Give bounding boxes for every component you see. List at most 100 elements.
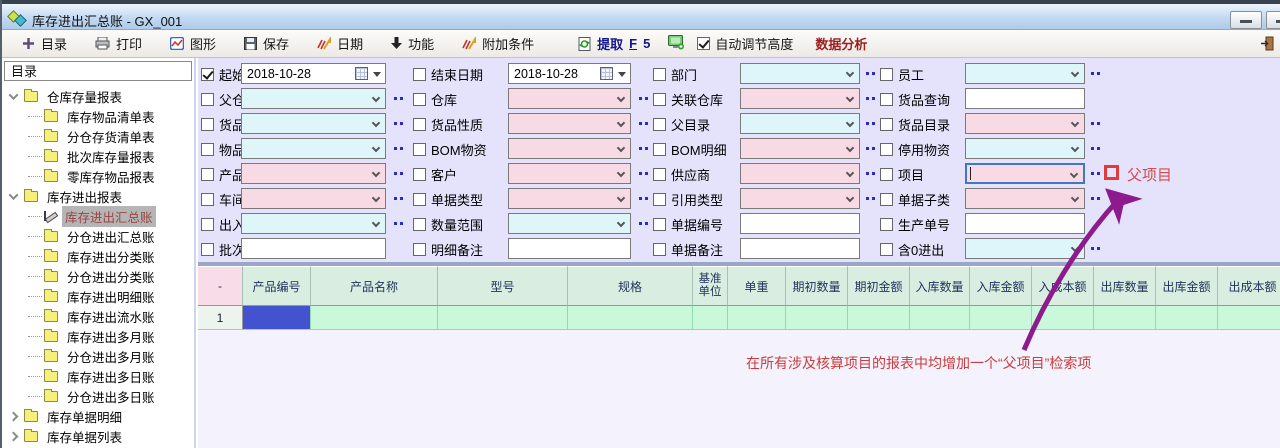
- filter-checkbox[interactable]: [653, 218, 666, 231]
- table-cell[interactable]: [1094, 306, 1156, 330]
- table-header-cell[interactable]: -: [198, 266, 243, 306]
- dropdown-arrow-icon[interactable]: [373, 72, 381, 77]
- tree-item[interactable]: 库存单据明细: [2, 406, 194, 426]
- table-cell[interactable]: [438, 306, 568, 330]
- table-cell[interactable]: [1218, 306, 1280, 330]
- tree-item[interactable]: 分仓进出分类账: [2, 266, 194, 286]
- filter-checkbox[interactable]: [880, 168, 893, 181]
- table-cell[interactable]: [568, 306, 693, 330]
- filter-checkbox[interactable]: [880, 243, 893, 256]
- tree-item[interactable]: 批次库存量报表: [2, 146, 194, 166]
- tree-item[interactable]: 库存进出多日账: [2, 366, 194, 386]
- table-header-cell[interactable]: 期初金额: [848, 266, 910, 306]
- calendar-icon[interactable]: [355, 67, 368, 80]
- filter-checkbox[interactable]: [413, 68, 426, 81]
- table-header-cell[interactable]: 出库金额: [1156, 266, 1218, 306]
- filter-checkbox[interactable]: [653, 243, 666, 256]
- table-cell[interactable]: [728, 306, 786, 330]
- more-options-dots[interactable]: [639, 97, 651, 101]
- filter-input[interactable]: [740, 238, 860, 259]
- date-field[interactable]: 2018-10-28: [508, 63, 631, 84]
- table-header-cell[interactable]: 产品编号: [243, 266, 311, 306]
- chevron-right-icon[interactable]: [2, 413, 24, 420]
- tree-item[interactable]: 分仓存货清单表: [2, 126, 194, 146]
- chevron-right-icon[interactable]: [2, 433, 24, 440]
- filter-checkbox[interactable]: [201, 193, 214, 206]
- tree-item[interactable]: 库存进出分类账: [2, 246, 194, 266]
- tree-item[interactable]: 分仓进出多月账: [2, 346, 194, 366]
- row-number-cell[interactable]: 1: [198, 306, 243, 330]
- filter-checkbox[interactable]: [413, 193, 426, 206]
- more-options-dots[interactable]: [394, 97, 406, 101]
- filter-select[interactable]: [508, 213, 631, 234]
- filter-select[interactable]: [508, 113, 631, 134]
- more-options-dots[interactable]: [639, 122, 651, 126]
- filter-select[interactable]: [241, 113, 386, 134]
- date-field[interactable]: 2018-10-28: [241, 63, 386, 84]
- tree-item-selected[interactable]: 库存进出汇总账: [2, 206, 194, 226]
- toolbar-item-print[interactable]: 打印: [95, 34, 142, 53]
- filter-select[interactable]: [965, 113, 1085, 134]
- table-header-cell[interactable]: 单重: [728, 266, 786, 306]
- more-options-dots[interactable]: [639, 147, 651, 151]
- tree-item[interactable]: 库存进出明细账: [2, 286, 194, 306]
- table-header-cell[interactable]: 入库金额: [970, 266, 1032, 306]
- more-options-dots[interactable]: [1091, 72, 1103, 76]
- filter-checkbox[interactable]: [201, 243, 214, 256]
- filter-select[interactable]: [508, 163, 631, 184]
- filter-select[interactable]: [965, 188, 1085, 209]
- more-options-dots[interactable]: [394, 197, 406, 201]
- filter-checkbox[interactable]: [201, 168, 214, 181]
- table-header-cell[interactable]: 入成本额: [1032, 266, 1094, 306]
- filter-input[interactable]: [241, 238, 386, 259]
- more-options-dots[interactable]: [394, 172, 406, 176]
- dropdown-arrow-icon[interactable]: [618, 72, 626, 77]
- toolbar-item-function[interactable]: 功能: [391, 34, 434, 53]
- filter-select[interactable]: [965, 138, 1085, 159]
- filter-checkbox[interactable]: [880, 218, 893, 231]
- chevron-down-icon[interactable]: [2, 193, 24, 200]
- tree-item[interactable]: 零库存物品报表: [2, 166, 194, 186]
- table-cell[interactable]: [311, 306, 438, 330]
- filter-select[interactable]: [508, 188, 631, 209]
- filter-select[interactable]: [241, 188, 386, 209]
- table-header-cell[interactable]: 出库数量: [1094, 266, 1156, 306]
- more-options-dots[interactable]: [394, 222, 406, 226]
- more-options-dots[interactable]: [1091, 122, 1103, 126]
- more-options-dots[interactable]: [866, 172, 878, 176]
- filter-select[interactable]: [965, 63, 1085, 84]
- chevron-down-icon[interactable]: [2, 93, 24, 100]
- filter-select[interactable]: [241, 213, 386, 234]
- table-header-cell[interactable]: 出成本额: [1218, 266, 1280, 306]
- tree-item[interactable]: 库存单据列表: [2, 426, 194, 446]
- more-options-dots[interactable]: [866, 147, 878, 151]
- filter-select[interactable]: [740, 113, 860, 134]
- filter-input[interactable]: [965, 88, 1085, 109]
- exit-door-icon[interactable]: [1260, 36, 1274, 56]
- table-cell[interactable]: [1032, 306, 1094, 330]
- filter-checkbox[interactable]: [653, 68, 666, 81]
- filter-select[interactable]: [508, 88, 631, 109]
- filter-checkbox[interactable]: [880, 93, 893, 106]
- table-cell[interactable]: [693, 306, 728, 330]
- more-options-dots[interactable]: [639, 172, 651, 176]
- table-header-cell[interactable]: 入库数量: [910, 266, 970, 306]
- tree-item[interactable]: 库存进出多月账: [2, 326, 194, 346]
- filter-checkbox[interactable]: [880, 118, 893, 131]
- table-cell[interactable]: [910, 306, 970, 330]
- data-analysis-link[interactable]: 数据分析: [815, 34, 867, 53]
- more-options-dots[interactable]: [639, 197, 651, 201]
- maximize-button[interactable]: [1266, 11, 1280, 29]
- filter-checkbox[interactable]: [653, 168, 666, 181]
- filter-select[interactable]: [740, 138, 860, 159]
- filter-checkbox[interactable]: [201, 68, 214, 81]
- filter-checkbox[interactable]: [413, 143, 426, 156]
- filter-checkbox[interactable]: [201, 118, 214, 131]
- table-header-cell[interactable]: 基准单位: [693, 266, 728, 306]
- auto-height-toggle[interactable]: 自动调节高度: [697, 34, 793, 53]
- filter-select[interactable]: [241, 163, 386, 184]
- more-options-dots[interactable]: [1091, 247, 1103, 251]
- more-options-dots[interactable]: [394, 147, 406, 151]
- toolbar-item-save[interactable]: 保存: [244, 34, 289, 53]
- more-options-dots[interactable]: [1091, 172, 1103, 176]
